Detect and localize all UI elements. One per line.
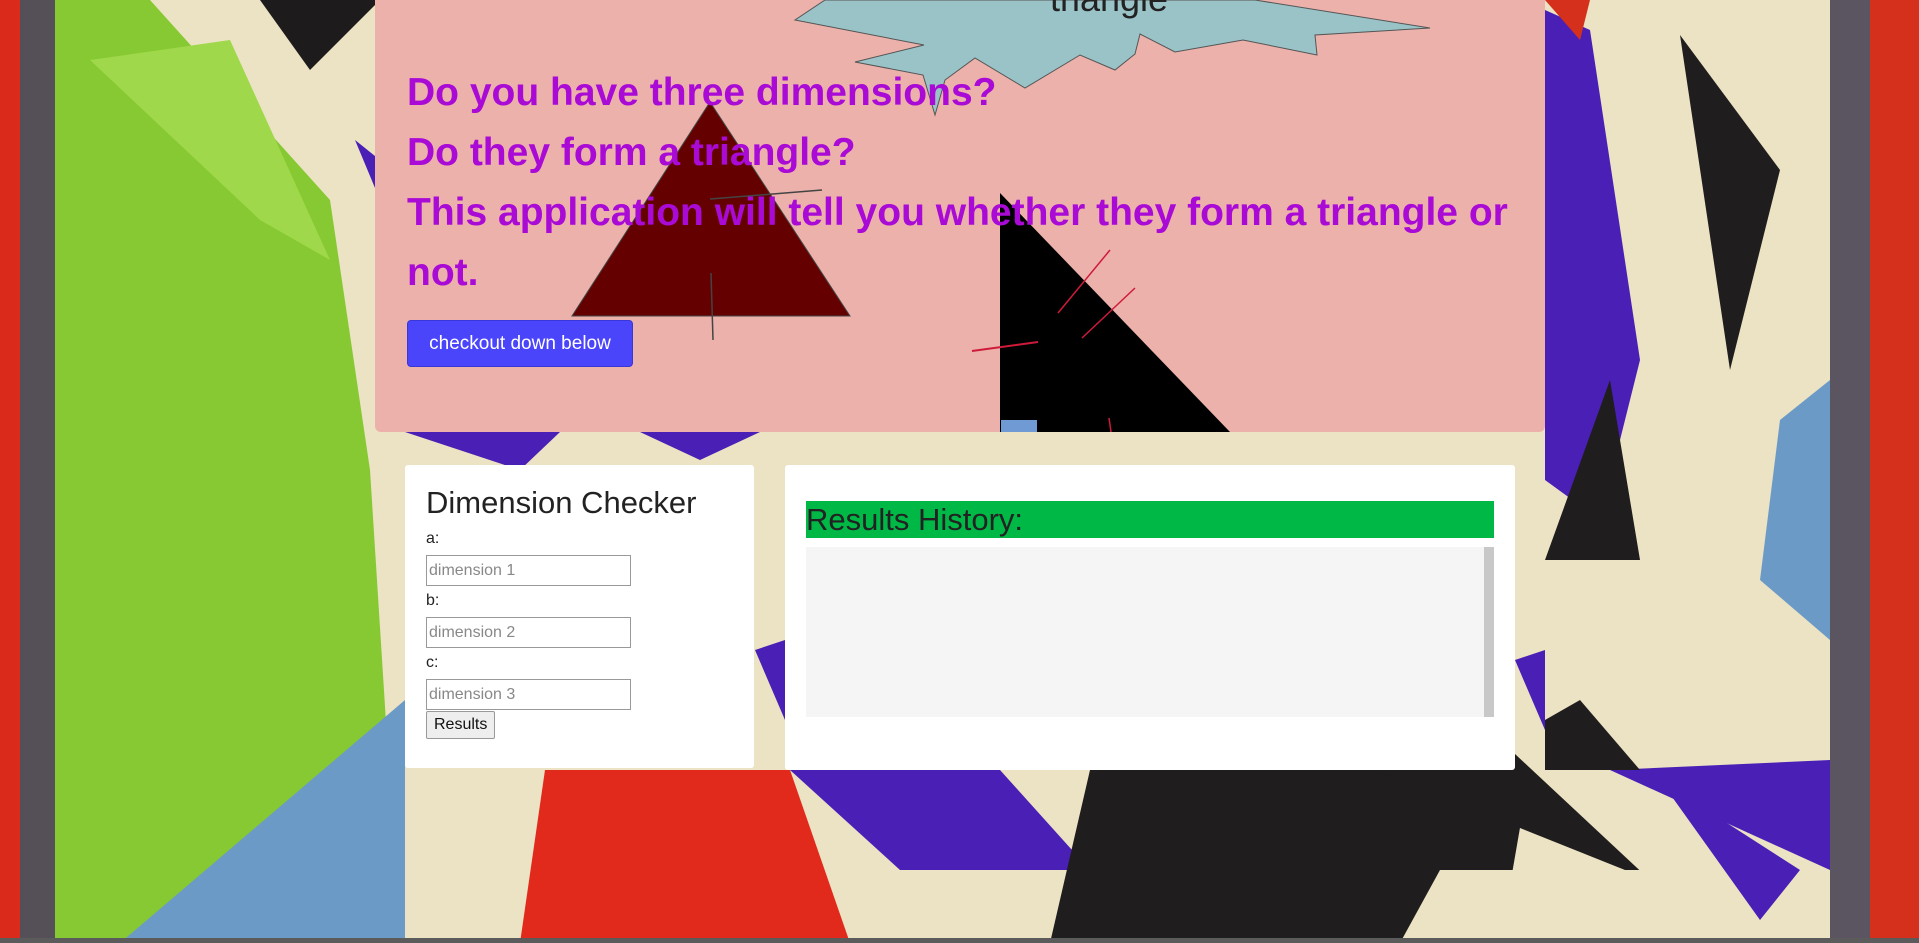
label-a: a: [426, 530, 440, 547]
dimension-checker-panel: Dimension Checker a: b: c: Results [405, 465, 754, 768]
starburst-label: triangle [1050, 0, 1168, 20]
results-history-panel: Results History: [785, 465, 1515, 770]
history-title: Results History: [806, 501, 1494, 538]
bottom-edge [0, 938, 1919, 943]
checkout-button[interactable]: checkout down below [407, 320, 633, 367]
history-scrollbar[interactable] [1484, 547, 1494, 717]
hero-banner: triangle Do you have three dimensions? D… [375, 0, 1545, 432]
headline-line-1: Do you have three dimensions? [407, 71, 997, 114]
dimension-2-input[interactable] [426, 617, 631, 648]
headline-line-3: This application will tell you whether t… [407, 191, 1508, 294]
label-c: c: [426, 654, 439, 671]
label-b: b: [426, 592, 440, 609]
hero-headline: Do you have three dimensions? Do they fo… [407, 63, 1517, 303]
results-button[interactable]: Results [426, 711, 496, 739]
headline-line-2: Do they form a triangle? [407, 131, 856, 174]
checker-title: Dimension Checker [426, 485, 697, 520]
history-list[interactable] [806, 547, 1494, 717]
dimension-1-input[interactable] [426, 555, 631, 586]
dimension-3-input[interactable] [426, 679, 631, 710]
